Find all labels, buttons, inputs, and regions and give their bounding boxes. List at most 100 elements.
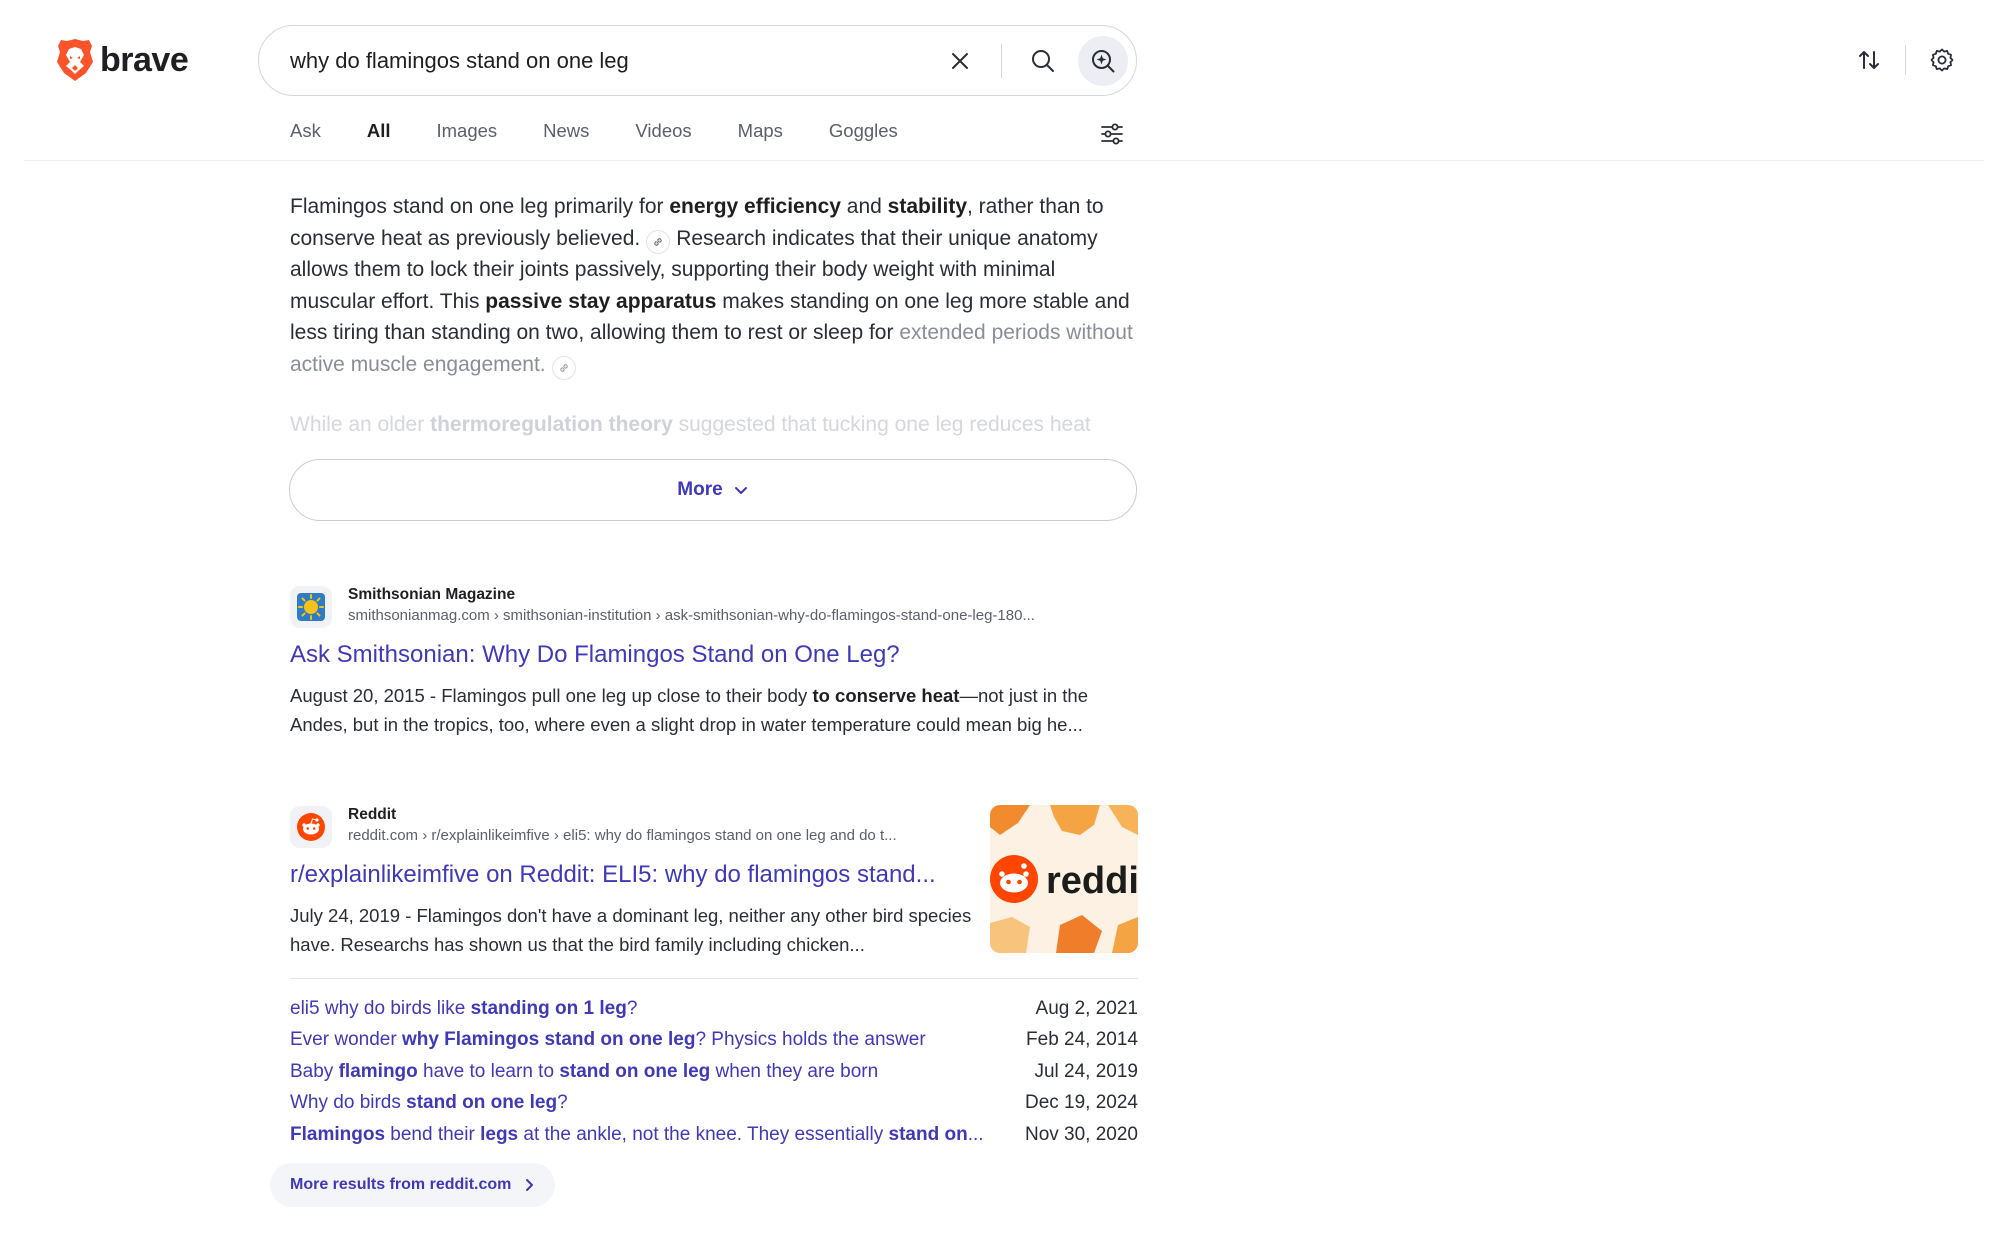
brave-wordmark: brave: [100, 40, 189, 79]
link-bold: stand on one leg: [406, 1092, 558, 1114]
tab-news[interactable]: News: [543, 120, 589, 142]
arrows-up-down-icon: [1859, 51, 1879, 69]
search-type-tabs: Ask All Images News Videos Maps Goggles: [290, 120, 944, 142]
link-text: when they are born: [710, 1060, 879, 1082]
answer-bold: passive stay apparatus: [485, 289, 717, 313]
tab-maps[interactable]: Maps: [738, 120, 783, 142]
link-icon: [559, 363, 568, 372]
result-snippet: July 24, 2019 - Flamingos don't have a d…: [290, 901, 980, 959]
ai-search-sparkle-icon: [1092, 50, 1115, 73]
thread-date: Dec 19, 2024: [1024, 1092, 1138, 1114]
header-divider-line: [24, 160, 1984, 161]
more-label: More: [677, 479, 723, 500]
tab-ask[interactable]: Ask: [290, 120, 321, 142]
brave-lion-icon: [57, 39, 93, 81]
citation-link[interactable]: [646, 229, 671, 254]
search-button[interactable]: [1024, 42, 1062, 80]
ask-ai-button[interactable]: [1078, 36, 1128, 86]
list-item: eli5 why do birds like standing on 1 leg…: [290, 993, 1138, 1025]
close-icon: [952, 53, 968, 69]
thread-date: Nov 30, 2020: [1024, 1123, 1138, 1145]
ai-answer: Flamingos stand on one leg primarily for…: [290, 191, 1140, 380]
link-text: Ever wonder: [290, 1029, 402, 1051]
tab-goggles[interactable]: Goggles: [829, 120, 898, 142]
answer-bold: energy efficiency: [669, 195, 841, 218]
result-source[interactable]: Smithsonian Magazine smithsonianmag.com …: [290, 585, 1138, 628]
clear-search-button[interactable]: [943, 44, 977, 78]
reddit-thumbnail-image: reddit: [990, 805, 1138, 953]
thread-link[interactable]: Why do birds stand on one leg?: [290, 1092, 568, 1114]
link-text: have to learn to: [417, 1060, 560, 1082]
sun-logo-icon: [297, 593, 325, 621]
thread-date: Jul 24, 2019: [1034, 1060, 1138, 1082]
search-box: [258, 25, 1137, 96]
sliders-icon: [1101, 123, 1123, 145]
answer-bold-faded: thermoregulation theory: [430, 413, 673, 436]
link-bold: why Flamingos stand on one leg: [401, 1029, 696, 1051]
tab-images[interactable]: Images: [436, 120, 497, 142]
snippet-bold: to conserve heat: [812, 685, 960, 706]
answer-text-faded: suggested that tucking one leg reduces h…: [672, 413, 1091, 436]
sublinks-divider: [290, 978, 1138, 979]
result-site-name: Smithsonian Magazine: [348, 586, 516, 603]
sort-toggle-button[interactable]: [1851, 42, 1887, 78]
thread-link[interactable]: Flamingos bend their legs at the ankle, …: [290, 1124, 984, 1146]
answer-text: and: [840, 195, 888, 218]
thumbnail-wordmark: reddit: [1046, 860, 1138, 902]
link-icon: [654, 237, 662, 246]
link-bold: legs: [480, 1123, 519, 1145]
answer-text: Flamingos stand on one leg primarily for: [290, 195, 670, 218]
thread-link[interactable]: Ever wonder why Flamingos stand on one l…: [290, 1029, 926, 1051]
search-filters-button[interactable]: [1097, 120, 1127, 148]
brave-logo[interactable]: brave: [56, 38, 189, 82]
result-url: reddit.com › r/explainlikeimfive › eli5:…: [348, 827, 897, 844]
list-item: Why do birds stand on one leg? Dec 19, 2…: [290, 1088, 1138, 1120]
result-title-link[interactable]: r/explainlikeimfive on Reddit: ELI5: why…: [290, 860, 980, 890]
result-source[interactable]: Reddit reddit.com › r/explainlikeimfive …: [290, 805, 980, 848]
list-item: Baby flamingo have to learn to stand on …: [290, 1056, 1138, 1088]
snippet-text: - Flamingos pull one leg up close to the…: [424, 685, 813, 706]
tab-videos[interactable]: Videos: [635, 120, 691, 142]
thread-date: Feb 24, 2014: [1026, 1029, 1138, 1051]
result-snippet: August 20, 2015 - Flamingos pull one leg…: [290, 681, 1138, 739]
link-bold: Flamingos: [290, 1123, 386, 1145]
reddit-favicon: [290, 806, 332, 848]
answer-bold: stability: [887, 195, 968, 218]
search-input[interactable]: [290, 47, 910, 74]
search-result: Smithsonian Magazine smithsonianmag.com …: [290, 585, 1138, 739]
thread-date: Aug 2, 2021: [1035, 997, 1138, 1019]
link-text: ?: [626, 997, 638, 1019]
link-text: ? Physics holds the answer: [695, 1029, 926, 1051]
link-text: bend their: [385, 1123, 481, 1145]
result-url: smithsonianmag.com › smithsonian-institu…: [348, 607, 1035, 624]
link-text: ...: [967, 1123, 984, 1145]
list-item: Flamingos bend their legs at the ankle, …: [290, 1119, 1138, 1151]
link-bold: standing on 1 leg: [470, 997, 627, 1019]
answer-text-faded: While an older: [290, 413, 431, 436]
link-bold: flamingo: [338, 1060, 418, 1082]
related-threads-list: eli5 why do birds like standing on 1 leg…: [290, 993, 1138, 1151]
citation-link[interactable]: [551, 355, 576, 380]
link-text: eli5 why do birds like: [290, 997, 471, 1019]
thread-link[interactable]: eli5 why do birds like standing on 1 leg…: [290, 998, 637, 1020]
search-divider: [1001, 44, 1002, 78]
link-bold: stand on: [888, 1123, 968, 1145]
search-result: Reddit reddit.com › r/explainlikeimfive …: [290, 805, 980, 959]
header-tools: [1851, 42, 1960, 78]
tab-all[interactable]: All: [367, 120, 391, 142]
settings-button[interactable]: [1924, 42, 1960, 78]
link-text: Why do birds: [290, 1092, 407, 1114]
link-bold: stand on one leg: [559, 1060, 711, 1082]
result-date: August 20, 2015: [290, 685, 425, 706]
chevron-right-icon: [526, 1179, 534, 1191]
result-thumbnail[interactable]: reddit: [990, 805, 1138, 953]
link-text: at the ankle, not the knee. They essenti…: [518, 1123, 889, 1145]
gear-icon: [1930, 48, 1954, 72]
smithsonian-favicon: [290, 586, 332, 628]
thread-link[interactable]: Baby flamingo have to learn to stand on …: [290, 1061, 878, 1083]
header-divider: [1905, 45, 1906, 75]
more-results-button[interactable]: More results from reddit.com: [270, 1163, 556, 1207]
link-text: ?: [557, 1092, 568, 1114]
result-title-link[interactable]: Ask Smithsonian: Why Do Flamingos Stand …: [290, 640, 1138, 670]
expand-answer-button[interactable]: More: [289, 459, 1137, 521]
